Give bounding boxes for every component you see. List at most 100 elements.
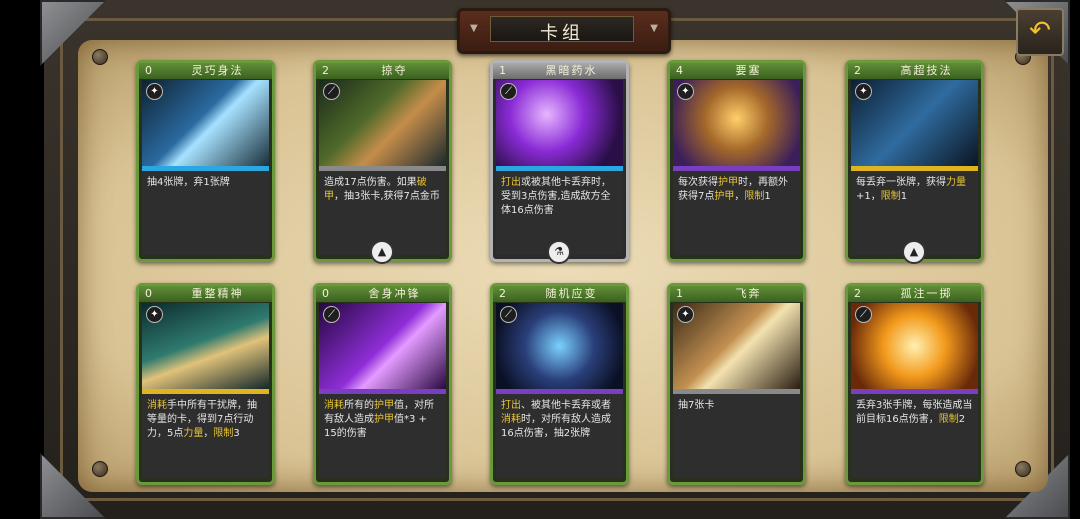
card-cost: 1 — [499, 64, 506, 77]
rivet — [92, 461, 108, 477]
card-art: ✦ — [851, 80, 978, 166]
description-text: 每次获得 — [678, 177, 718, 188]
card-art: ⟋ — [851, 303, 978, 389]
card-art: ✦ — [142, 303, 269, 389]
keyword-text: 打出 — [501, 177, 521, 188]
card-type-icon: ⟋ — [323, 83, 340, 100]
description-text: ， — [734, 191, 745, 202]
deck-card[interactable]: 2 孤注一掷 ⟋ 丢弃3张手牌，每张造成当前目标16点伤害，限制2 — [845, 283, 984, 485]
deck-card[interactable]: 0 灵巧身法 ✦ 抽4张牌，弃1张牌 — [136, 60, 275, 262]
card-art: ✦ — [673, 303, 800, 389]
rivet — [92, 49, 108, 65]
deck-card[interactable]: 2 随机应变 ⟋ 打出、被其他卡丢弃或者消耗时，对所有敌人造成16点伤害，抽2张牌 — [490, 283, 629, 485]
card-art: ⟋ — [496, 303, 623, 389]
deck-card[interactable]: 4 要塞 ✦ 每次获得护甲时，再额外获得7点护甲，限制1 — [667, 60, 806, 262]
card-type-icon: ✦ — [677, 306, 694, 323]
back-arrow-icon: ↶ — [1029, 16, 1051, 46]
card-cost: 0 — [145, 64, 152, 77]
card-type-icon: ✦ — [677, 83, 694, 100]
description-text: 1 — [900, 191, 908, 202]
card-header: 1 黑暗药水 — [493, 63, 626, 79]
description-text: 3 — [233, 428, 240, 439]
card-art: ⟋ — [496, 80, 623, 166]
keyword-text: 护甲 — [718, 177, 738, 188]
card-cost: 2 — [854, 287, 861, 300]
keyword-text: 消耗 — [501, 414, 521, 425]
ornament-icon: ▼ — [650, 23, 658, 34]
keyword-text: 护甲 — [714, 191, 735, 202]
deck-card[interactable]: 2 高超技法 ✦ 每丢弃一张牌，获得力量 +1，限制1 ▲ — [845, 60, 984, 264]
deck-card[interactable]: 1 飞奔 ✦ 抽7张卡 — [667, 283, 806, 485]
card-type-icon: ✦ — [855, 83, 872, 100]
description-text: +1， — [856, 191, 881, 202]
card-description: 每次获得护甲时，再额外获得7点护甲，限制1 — [673, 171, 800, 255]
keyword-text: 力量 — [183, 428, 204, 439]
card-art: ✦ — [142, 80, 269, 166]
description-text: 抽4张牌，弃1张牌 — [147, 177, 230, 188]
deck-card[interactable]: 0 重整精神 ✦ 消耗手中所有干扰牌，抽等量的卡，得到7点行动力，5点力量，限制3 — [136, 283, 275, 485]
card-name: 重整精神 — [191, 287, 244, 300]
card-type-icon: ⟋ — [500, 83, 517, 100]
card-header: 2 高超技法 — [848, 63, 981, 79]
keyword-text: 限制 — [213, 428, 234, 439]
card-type-icon: ⟋ — [855, 306, 872, 323]
deck-card[interactable]: 0 舍身冲锋 ⟋ 消耗所有的护甲值，对所有敌人造成护甲值*3 + 15的伤害 — [313, 283, 452, 485]
card-name: 要塞 — [735, 64, 762, 77]
description-text: 、被其他卡丢弃或者 — [521, 400, 611, 411]
card-header: 2 掠夺 — [316, 63, 449, 79]
card-type-icon: ⟋ — [500, 306, 517, 323]
keyword-text: 限制 — [744, 191, 765, 202]
card-art: ⟋ — [319, 80, 446, 166]
deck-card[interactable]: 2 掠夺 ⟋ 造成17点伤害。如果破甲，抽3张卡,获得7点金币 ▲ — [313, 60, 452, 264]
description-text: 所有的 — [344, 400, 374, 411]
card-name: 黑暗药水 — [545, 64, 598, 77]
title-plate: 卡组 — [490, 16, 634, 44]
card-name: 孤注一掷 — [900, 287, 953, 300]
card-description: 消耗所有的护甲值，对所有敌人造成护甲值*3 + 15的伤害 — [319, 394, 446, 478]
card-description: 打出、被其他卡丢弃或者消耗时，对所有敌人造成16点伤害，抽2张牌 — [496, 394, 623, 478]
description-text: 1 — [764, 191, 771, 202]
card-description: 丢弃3张手牌，每张造成当前目标16点伤害，限制2 — [851, 394, 978, 478]
keyword-text: 力量 — [946, 177, 966, 188]
card-name: 高超技法 — [900, 64, 953, 77]
card-cost: 0 — [145, 287, 152, 300]
card-header: 2 孤注一掷 — [848, 286, 981, 302]
card-header: 2 随机应变 — [493, 286, 626, 302]
flask-icon: ⚗ — [547, 240, 571, 264]
card-cost: 0 — [322, 287, 329, 300]
card-name: 掠夺 — [381, 64, 408, 77]
card-name: 灵巧身法 — [191, 64, 244, 77]
card-type-icon: ✦ — [146, 83, 163, 100]
keyword-text: 消耗 — [324, 400, 344, 411]
keyword-text: 限制 — [938, 414, 959, 425]
description-text: ，抽3张卡,获得7点金币 — [334, 191, 440, 202]
rivet — [1015, 461, 1031, 477]
card-header: 4 要塞 — [670, 63, 803, 79]
card-name: 舍身冲锋 — [368, 287, 421, 300]
title-banner: ▼ 卡组 ▼ — [457, 8, 671, 54]
card-header: 1 飞奔 — [670, 286, 803, 302]
mark-icon: ▲ — [370, 240, 394, 264]
card-header: 0 重整精神 — [139, 286, 272, 302]
card-cost: 2 — [499, 287, 506, 300]
card-type-icon: ⟋ — [323, 306, 340, 323]
back-button[interactable]: ↶ — [1016, 8, 1064, 56]
description-text: 每丢弃一张牌，获得 — [856, 177, 946, 188]
card-description: 消耗手中所有干扰牌，抽等量的卡，得到7点行动力，5点力量，限制3 — [142, 394, 269, 478]
card-cost: 2 — [322, 64, 329, 77]
card-cost: 2 — [854, 64, 861, 77]
card-description: 抽7张卡 — [673, 394, 800, 478]
description-text: 抽7张卡 — [678, 400, 715, 411]
page-title: 卡组 — [540, 23, 584, 44]
keyword-text: 消耗 — [147, 400, 167, 411]
ornament-icon: ▼ — [470, 23, 478, 34]
card-header: 0 舍身冲锋 — [316, 286, 449, 302]
card-art: ⟋ — [319, 303, 446, 389]
keyword-text: 护甲 — [374, 414, 394, 425]
deck-card[interactable]: 1 黑暗药水 ⟋ 打出或被其他卡丢弃时，受到3点伤害,造成敌方全体16点伤害 ⚗ — [490, 60, 629, 264]
card-type-icon: ✦ — [146, 306, 163, 323]
keyword-text: 护甲 — [374, 400, 394, 411]
keyword-text: 限制 — [880, 191, 901, 202]
description-text: 2 — [958, 414, 966, 425]
card-header: 0 灵巧身法 — [139, 63, 272, 79]
